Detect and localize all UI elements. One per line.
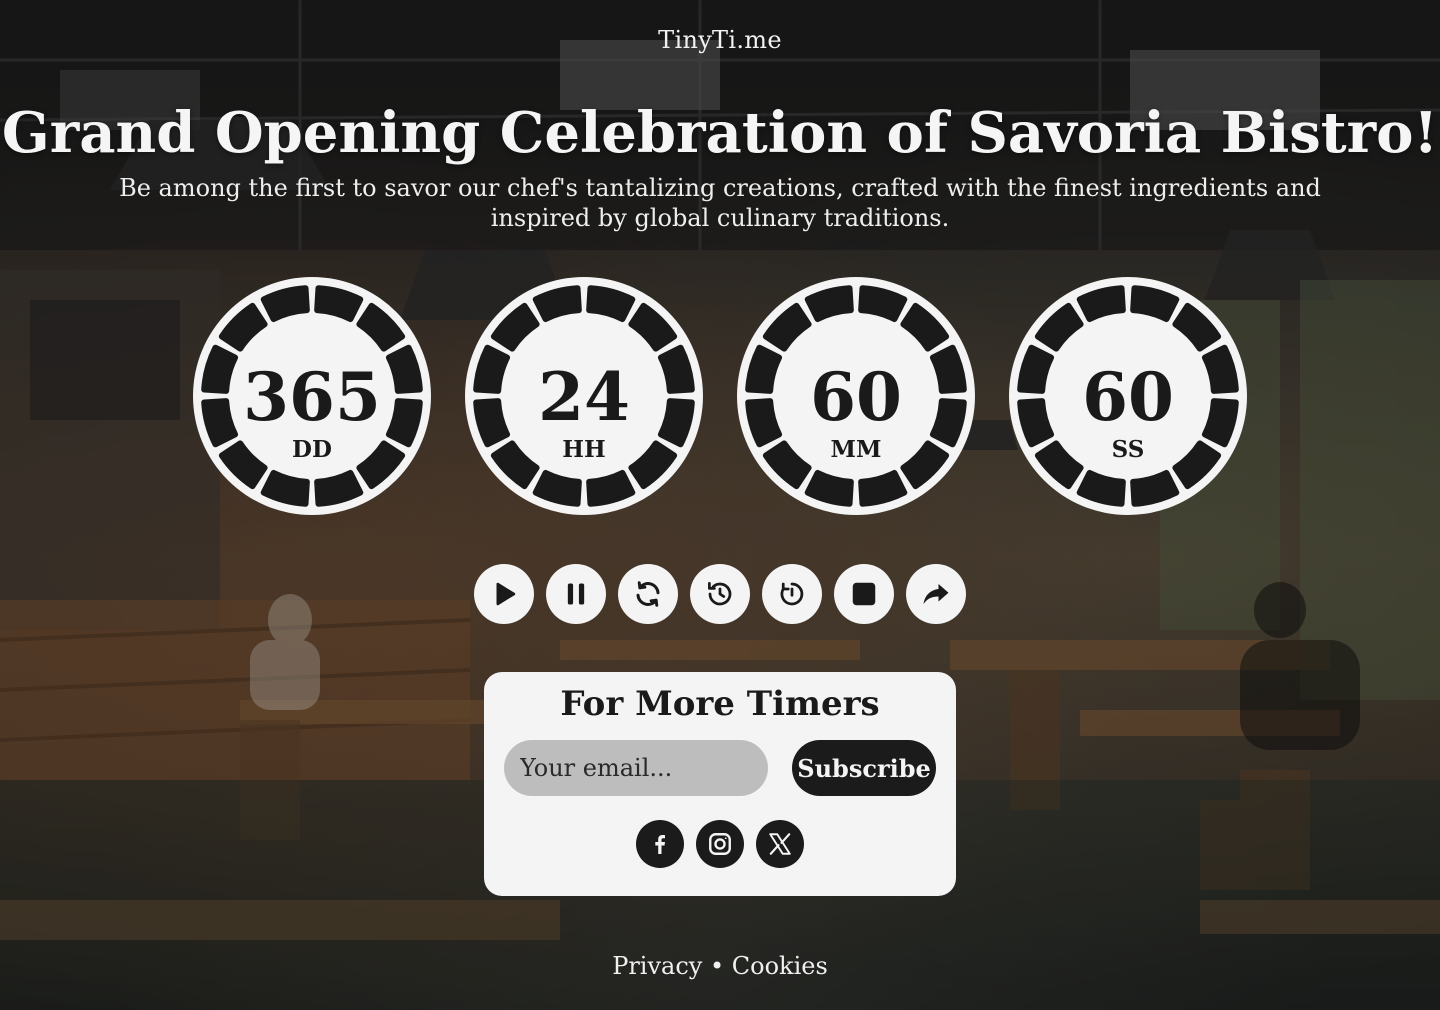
hours-label: HH: [562, 436, 606, 463]
share-icon: [923, 584, 949, 604]
seconds-value: 60: [1082, 358, 1174, 436]
footer-separator: •: [710, 952, 725, 980]
countdown-hours: 24 HH: [464, 276, 704, 516]
restart-button[interactable]: [618, 564, 678, 624]
page-subtitle: Be among the first to savor our chef's t…: [119, 174, 1321, 232]
share-button[interactable]: [906, 564, 966, 624]
history-button[interactable]: [690, 564, 750, 624]
minutes-label: MM: [830, 436, 882, 463]
page-background: TinyTi.me Grand Opening Celebration of S…: [0, 0, 1440, 1010]
pause-button[interactable]: [546, 564, 606, 624]
facebook-icon: [655, 835, 665, 854]
countdown-seconds: 60 SS: [1008, 276, 1248, 516]
brand-name: TinyTi.me: [658, 26, 782, 54]
seconds-label: SS: [1111, 436, 1145, 463]
newsletter-title: For More Timers: [560, 684, 880, 724]
history-icon: [708, 582, 732, 606]
email-input[interactable]: [504, 740, 768, 796]
pause-icon: [567, 583, 585, 605]
countdown-days: 365 DD: [192, 276, 432, 516]
hours-value: 24: [538, 358, 630, 436]
instagram-icon: [709, 833, 731, 855]
x-icon: [769, 833, 791, 855]
timer-reset-icon: [780, 582, 804, 606]
facebook-link[interactable]: [636, 820, 684, 868]
instagram-link[interactable]: [696, 820, 744, 868]
stop-button[interactable]: [834, 564, 894, 624]
refresh-icon: [636, 581, 660, 607]
subscribe-button[interactable]: Subscribe: [792, 740, 936, 796]
footer: Privacy • Cookies: [0, 952, 1440, 980]
days-value: 365: [243, 358, 381, 436]
privacy-link[interactable]: Privacy: [612, 952, 702, 980]
x-link[interactable]: [756, 820, 804, 868]
play-button[interactable]: [474, 564, 534, 624]
newsletter-panel: For More Timers Subscribe: [484, 672, 956, 896]
page-title: Grand Opening Celebration of Savoria Bis…: [1, 100, 1439, 166]
timer-reset-button[interactable]: [762, 564, 822, 624]
play-icon: [496, 582, 516, 606]
cookies-link[interactable]: Cookies: [732, 952, 828, 980]
days-label: DD: [292, 436, 332, 463]
countdown-minutes: 60 MM: [736, 276, 976, 516]
minutes-value: 60: [810, 358, 902, 436]
stop-icon: [852, 582, 876, 606]
